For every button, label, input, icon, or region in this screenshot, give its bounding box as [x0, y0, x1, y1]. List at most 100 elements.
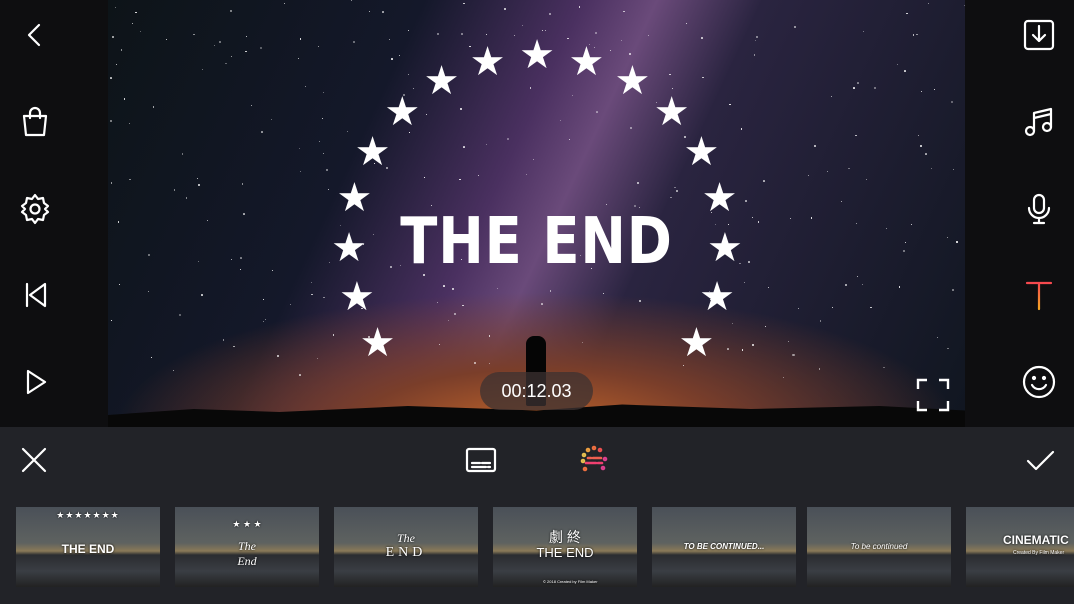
fullscreen-button[interactable] [916, 378, 950, 417]
sky-star [670, 196, 672, 198]
sky-star [391, 58, 393, 60]
sky-star [246, 36, 247, 37]
sky-star [920, 145, 923, 148]
sky-star [453, 312, 456, 315]
arc-star: ★ [699, 275, 735, 320]
sky-star [310, 282, 312, 284]
template-thumb-4[interactable]: 劇 終 THE END © 2018 Created by Film Maker [493, 507, 637, 587]
template-label: To be continued [850, 542, 908, 551]
animated-text-tab[interactable] [571, 438, 615, 482]
sky-star [225, 62, 227, 65]
settings-button[interactable] [13, 187, 57, 231]
template-thumb-5[interactable]: TO BE CONTINUED... [652, 507, 796, 587]
sky-star [863, 31, 864, 33]
sky-star [744, 282, 746, 283]
template-thumb-7[interactable]: CINEMATIC Created By Film Maker [966, 507, 1074, 587]
microphone-icon [1027, 193, 1051, 225]
sky-star [305, 85, 307, 88]
sky-star [525, 174, 526, 175]
sky-star [322, 152, 325, 155]
sky-star [447, 319, 450, 322]
sky-star [857, 82, 859, 84]
sticker-button[interactable] [1017, 360, 1061, 404]
sky-star [819, 320, 822, 322]
sky-star [407, 30, 410, 32]
sky-star [299, 38, 301, 40]
sky-star [197, 184, 200, 187]
text-button[interactable] [1017, 273, 1061, 317]
template-label: Created By Film Maker [1013, 550, 1065, 556]
sky-star [648, 34, 650, 36]
back-button[interactable] [13, 13, 57, 57]
sky-star [841, 200, 843, 202]
sky-star [541, 29, 544, 32]
title-overlay[interactable]: THE END [172, 205, 900, 279]
sky-star [333, 334, 335, 336]
sky-star [123, 98, 125, 100]
sky-star [461, 32, 463, 35]
sky-star [277, 354, 279, 357]
sky-star [311, 293, 313, 296]
gear-icon [20, 193, 50, 225]
sky-star [637, 182, 640, 185]
sky-star [533, 159, 535, 161]
sky-star [477, 174, 480, 177]
sky-star [898, 286, 900, 288]
export-button[interactable] [1017, 13, 1061, 57]
sky-star [582, 342, 584, 344]
sky-star [503, 7, 506, 10]
sky-star [299, 171, 301, 172]
sky-star [197, 177, 199, 179]
template-thumb-1[interactable]: THE END ★★★★★★★ [16, 507, 160, 587]
sky-star [112, 36, 115, 39]
sky-star [595, 32, 598, 35]
sky-star [439, 344, 440, 346]
sky-star [424, 177, 425, 178]
template-thumb-3[interactable]: The END [334, 507, 478, 587]
sky-star [763, 180, 766, 183]
sky-star [436, 301, 438, 303]
voiceover-button[interactable] [1017, 187, 1061, 231]
subtitle-tab[interactable] [459, 438, 503, 482]
store-button[interactable] [13, 100, 57, 144]
sky-star [270, 119, 272, 120]
sky-star [129, 178, 131, 181]
sky-star [855, 134, 857, 137]
sky-star [120, 49, 123, 52]
sky-star [263, 299, 264, 301]
arc-star: ★ [469, 39, 506, 84]
sky-star [193, 33, 195, 36]
sky-star [486, 33, 488, 36]
sky-star [906, 12, 909, 15]
sky-star [201, 293, 203, 296]
arc-star: ★ [683, 129, 720, 174]
sky-star [905, 242, 907, 244]
music-button[interactable] [1017, 100, 1061, 144]
sky-star [818, 367, 821, 370]
sky-star [911, 224, 912, 225]
confirm-button[interactable] [1018, 438, 1062, 482]
right-toolbar [965, 0, 1074, 427]
star-ring: ★★★★★★★ [56, 510, 120, 520]
sky-star [727, 348, 729, 350]
close-button[interactable] [12, 438, 56, 482]
sky-star [529, 87, 532, 90]
sky-star [873, 87, 876, 90]
sky-star [462, 304, 464, 306]
template-label: The [238, 539, 256, 553]
sky-star [927, 2, 929, 4]
sky-star [869, 306, 872, 309]
sky-star [114, 6, 117, 9]
play-icon [26, 369, 47, 395]
sky-star [685, 22, 688, 25]
play-button[interactable] [13, 360, 57, 404]
skip-to-start-button[interactable] [13, 273, 57, 317]
sky-star [782, 376, 784, 378]
sky-star [173, 189, 176, 191]
template-thumb-6[interactable]: To be continued [807, 507, 951, 587]
video-preview[interactable]: ★ ★ ★ ★ ★ ★ ★ ★ ★ ★ ★ ★ ★ ★ ★ ★ ★ THE END 00:12.03 [108, 0, 965, 427]
arc-star: ★ [519, 33, 555, 77]
template-thumb-2[interactable]: The End ★ ★ ★ [175, 507, 319, 587]
sky-star [326, 169, 328, 171]
sky-star [808, 174, 810, 176]
